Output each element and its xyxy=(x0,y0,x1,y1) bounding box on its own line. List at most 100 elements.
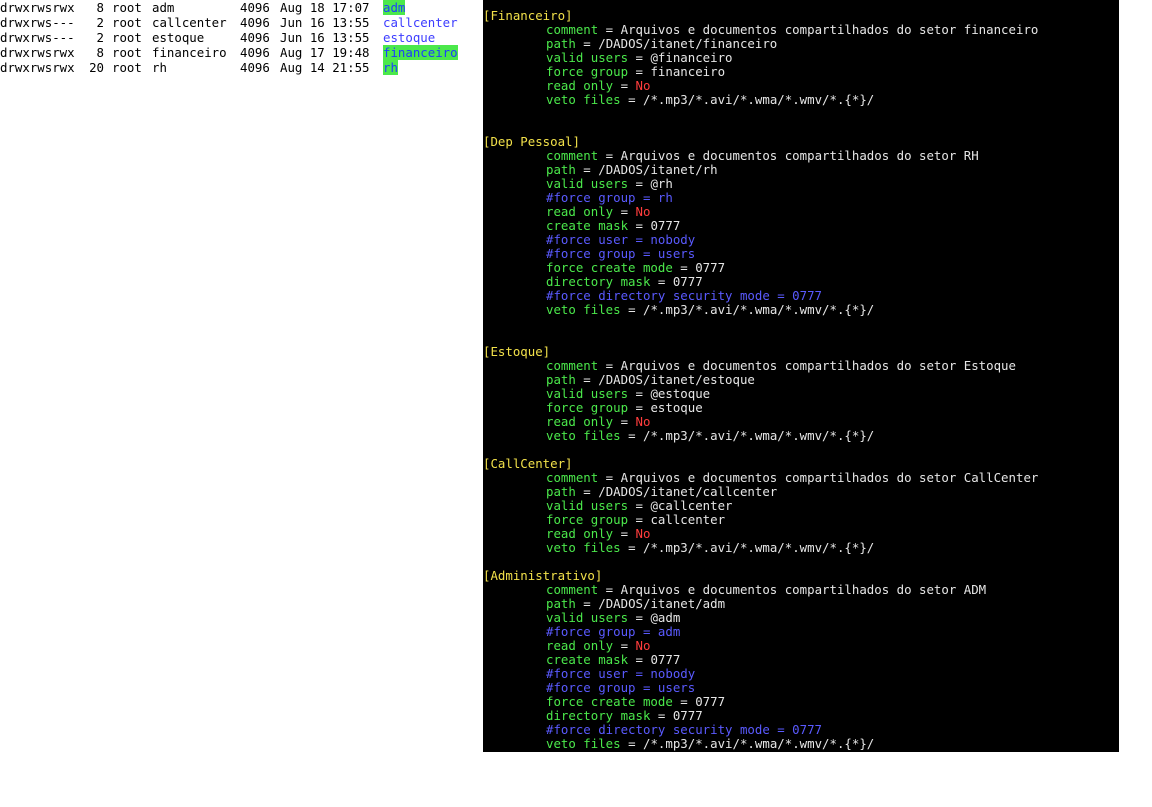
config-directive: read only = No xyxy=(483,639,650,653)
config-directive: comment = Arquivos e documentos comparti… xyxy=(483,359,1016,373)
listing-dir-name[interactable]: estoque xyxy=(383,30,435,45)
listing-size: 4096 xyxy=(240,60,270,75)
listing-perms: drwxrws--- xyxy=(0,15,75,30)
listing-group: adm xyxy=(152,0,175,15)
listing-row: drwxrwsrwx 8 root financeiro 4096 Aug 17 19:4… xyxy=(0,45,484,60)
section-name: [Estoque] xyxy=(483,344,551,359)
equals-sign: = xyxy=(613,526,636,541)
config-directive: valid users = @rh xyxy=(483,177,673,191)
equals-sign: = xyxy=(575,372,599,387)
listing-links: 8 xyxy=(96,45,104,60)
directive-key: veto files xyxy=(546,92,621,107)
equals-sign: = xyxy=(628,610,651,625)
directive-key: comment xyxy=(546,582,599,597)
directive-value: /*.mp3/*.avi/*.wma/*.wmv/*.{*}/ xyxy=(643,736,875,751)
config-directive: valid users = @estoque xyxy=(483,387,710,401)
equals-sign: = xyxy=(628,652,651,667)
directive-key: valid users xyxy=(546,386,629,401)
listing-row: drwxrwsrwx 20 root rh 4096 Aug 14 21:55 rh xyxy=(0,60,484,75)
directive-value: /DADOS/itanet/adm xyxy=(598,596,726,611)
listing-group: estoque xyxy=(152,30,205,45)
listing-dir-name[interactable]: financeiro xyxy=(383,45,458,60)
config-section-header: [Estoque] xyxy=(483,345,550,359)
directive-value: Arquivos e documentos compartilhados do … xyxy=(620,582,987,597)
config-directive: path = /DADOS/itanet/adm xyxy=(483,597,725,611)
directive-key: comment xyxy=(546,358,599,373)
directive-key: veto files xyxy=(546,428,621,443)
directive-key: path xyxy=(546,162,576,177)
directive-key: veto files xyxy=(546,736,621,751)
directive-key: force create mode xyxy=(546,694,673,709)
directive-key: path xyxy=(546,596,576,611)
directive-value: No xyxy=(635,638,651,653)
directive-value: @rh xyxy=(650,176,673,191)
config-directive: comment = Arquivos e documentos comparti… xyxy=(483,149,979,163)
directive-value: /DADOS/itanet/financeiro xyxy=(598,36,778,51)
equals-sign: = xyxy=(575,596,599,611)
directive-key: valid users xyxy=(546,176,629,191)
config-comment: #force user = nobody xyxy=(483,233,695,247)
section-name: [CallCenter] xyxy=(483,456,573,471)
directive-value: /DADOS/itanet/callcenter xyxy=(598,484,778,499)
listing-perms: drwxrwsrwx xyxy=(0,0,75,15)
listing-links: 2 xyxy=(96,30,104,45)
equals-sign: = xyxy=(620,92,643,107)
config-directive: veto files = /*.mp3/*.avi/*.wma/*.wmv/*.… xyxy=(483,541,874,555)
equals-sign: = xyxy=(575,484,599,499)
config-directive: valid users = @adm xyxy=(483,611,680,625)
equals-sign: = xyxy=(598,470,621,485)
comment-text: #force user = nobody xyxy=(546,232,696,247)
config-directive: valid users = @financeiro xyxy=(483,51,733,65)
listing-perms: drwxrwsrwx xyxy=(0,60,75,75)
directive-value: 0777 xyxy=(672,708,703,723)
comment-text: #force directory security mode = 0777 xyxy=(546,288,823,303)
listing-group: callcenter xyxy=(152,15,227,30)
directive-value: /*.mp3/*.avi/*.wma/*.wmv/*.{*}/ xyxy=(643,428,875,443)
directory-listing: drwxrwsrwx 8 root adm 4096 Aug 18 17:07 adm drw… xyxy=(0,0,484,80)
config-directive: path = /DADOS/itanet/rh xyxy=(483,163,718,177)
listing-links: 2 xyxy=(96,15,104,30)
directive-key: comment xyxy=(546,148,599,163)
config-directive: force create mode = 0777 xyxy=(483,695,725,709)
directive-value: Arquivos e documentos compartilhados do … xyxy=(620,470,1039,485)
config-directive: force group = financeiro xyxy=(483,65,725,79)
equals-sign: = xyxy=(613,414,636,429)
comment-text: #force group = rh xyxy=(546,190,673,205)
listing-row: drwxrws--- 2 root callcenter 4096 Jun 16 13:5… xyxy=(0,15,484,30)
listing-row: drwxrwsrwx 8 root adm 4096 Aug 18 17:07 adm xyxy=(0,0,484,15)
directive-key: force create mode xyxy=(546,260,673,275)
equals-sign: = xyxy=(613,638,636,653)
equals-sign: = xyxy=(598,148,621,163)
listing-owner: root xyxy=(112,60,142,75)
equals-sign: = xyxy=(672,694,696,709)
config-comment: #force group = rh xyxy=(483,191,673,205)
listing-size: 4096 xyxy=(240,0,270,15)
listing-owner: root xyxy=(112,15,142,30)
listing-dir-name[interactable]: rh xyxy=(383,60,398,75)
config-comment: #force directory security mode = 0777 xyxy=(483,289,822,303)
equals-sign: = xyxy=(628,50,651,65)
directive-key: comment xyxy=(546,470,599,485)
config-comment: #force group = users xyxy=(483,681,695,695)
config-directive: path = /DADOS/itanet/callcenter xyxy=(483,485,777,499)
directive-key: valid users xyxy=(546,498,629,513)
directive-key: create mask xyxy=(546,218,629,233)
listing-dir-name[interactable]: callcenter xyxy=(383,15,458,30)
listing-perms: drwxrwsrwx xyxy=(0,45,75,60)
config-directive: force group = estoque xyxy=(483,401,703,415)
equals-sign: = xyxy=(628,64,651,79)
directive-key: read only xyxy=(546,638,614,653)
directive-value: Arquivos e documentos compartilhados do … xyxy=(620,22,1039,37)
listing-dir-name[interactable]: adm xyxy=(383,0,406,15)
directive-value: 0777 xyxy=(650,652,681,667)
directive-value: /DADOS/itanet/rh xyxy=(598,162,718,177)
listing-date: Jun 16 13:55 xyxy=(280,15,370,30)
config-comment: #force group = adm xyxy=(483,625,680,639)
directive-key: read only xyxy=(546,414,614,429)
directive-key: create mask xyxy=(546,652,629,667)
config-directive: veto files = /*.mp3/*.avi/*.wma/*.wmv/*.… xyxy=(483,429,874,443)
section-name: [Financeiro] xyxy=(483,8,573,23)
listing-size: 4096 xyxy=(240,15,270,30)
listing-date: Aug 17 19:48 xyxy=(280,45,370,60)
directive-value: No xyxy=(635,526,651,541)
